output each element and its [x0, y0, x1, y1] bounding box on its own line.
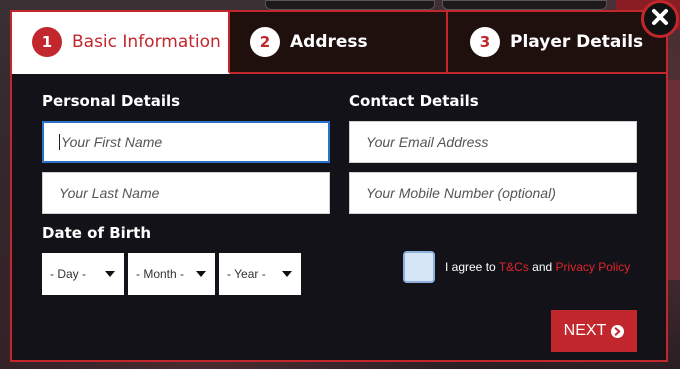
- mobile-placeholder: Your Mobile Number (optional): [366, 185, 556, 201]
- agree-checkbox[interactable]: [403, 251, 435, 283]
- close-button[interactable]: [641, 0, 679, 38]
- tab-address[interactable]: 2 Address: [230, 12, 448, 74]
- close-x-icon: [650, 7, 670, 31]
- background-pill: [442, 0, 607, 10]
- privacy-policy-link[interactable]: Privacy Policy: [556, 260, 631, 274]
- tab-basic-information[interactable]: 1 Basic Information: [12, 12, 230, 74]
- dob-day-select[interactable]: - Day -: [42, 253, 124, 295]
- email-placeholder: Your Email Address: [366, 134, 489, 150]
- background-pill: [265, 0, 435, 10]
- next-button[interactable]: NEXT: [551, 310, 637, 352]
- last-name-placeholder: Your Last Name: [59, 185, 160, 201]
- tab-label: Basic Information: [72, 32, 221, 52]
- email-input[interactable]: Your Email Address: [349, 121, 637, 163]
- arrow-right-circle-icon: [611, 324, 625, 338]
- last-name-input[interactable]: Your Last Name: [42, 172, 330, 214]
- contact-details-heading: Contact Details: [349, 92, 479, 110]
- step-number-badge: 1: [32, 27, 62, 57]
- tcs-link[interactable]: T&Cs: [499, 260, 529, 274]
- personal-details-heading: Personal Details: [42, 92, 181, 110]
- step-tabs: 1 Basic Information 2 Address 3 Player D…: [12, 12, 666, 74]
- dob-month-select[interactable]: - Month -: [128, 253, 215, 295]
- step-number-badge: 2: [250, 27, 280, 57]
- background-side-panel: [666, 80, 680, 280]
- date-of-birth-heading: Date of Birth: [42, 224, 152, 242]
- day-select-value: - Day -: [50, 267, 86, 281]
- tab-label: Address: [290, 32, 368, 52]
- month-select-value: - Month -: [136, 267, 185, 281]
- first-name-input[interactable]: Your First Name: [42, 121, 330, 163]
- mobile-input[interactable]: Your Mobile Number (optional): [349, 172, 637, 214]
- step-number-badge: 3: [470, 27, 500, 57]
- tab-label: Player Details: [510, 32, 644, 52]
- chevron-down-icon: [196, 271, 206, 277]
- chevron-down-icon: [105, 271, 115, 277]
- year-select-value: - Year -: [227, 267, 266, 281]
- agreement-text: I agree to T&Cs and Privacy Policy: [445, 260, 630, 274]
- next-label: NEXT: [563, 322, 607, 339]
- agree-prefix: I agree to: [445, 260, 496, 274]
- chevron-down-icon: [282, 271, 292, 277]
- tab-player-details[interactable]: 3 Player Details: [448, 12, 666, 74]
- dob-year-select[interactable]: - Year -: [219, 253, 301, 295]
- first-name-placeholder: Your First Name: [61, 134, 163, 150]
- registration-modal: 1 Basic Information 2 Address 3 Player D…: [10, 10, 668, 362]
- agree-and: and: [532, 260, 553, 274]
